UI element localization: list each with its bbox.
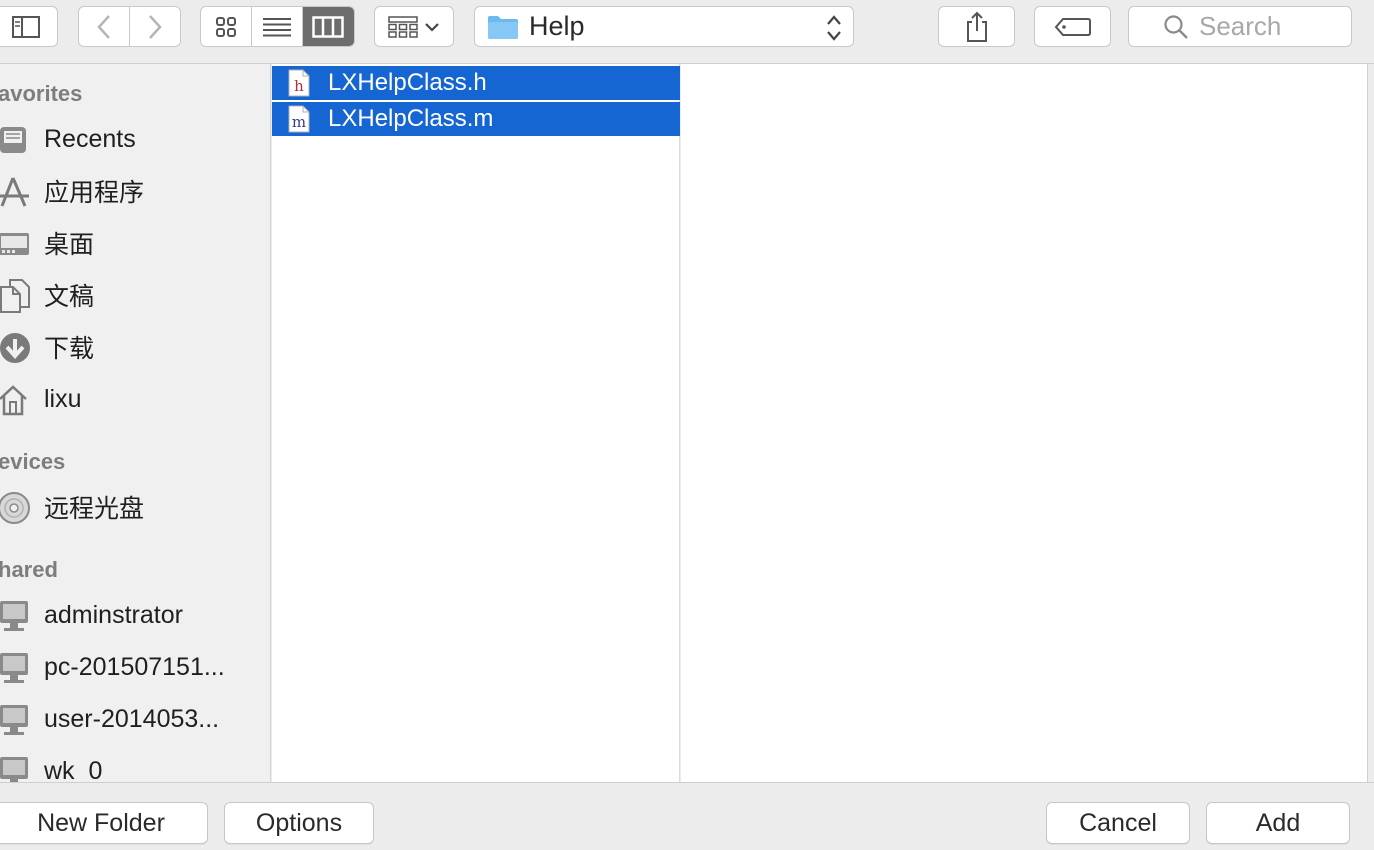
search-field[interactable]: Search [1128, 6, 1352, 47]
view-mode-segment [200, 6, 355, 47]
file-name: LXHelpClass.m [328, 105, 494, 132]
navigation-segment [78, 6, 181, 47]
devices-header: evices [0, 449, 66, 474]
sidebar-toggle-button[interactable] [0, 6, 58, 47]
sidebar-item-label: wk_0 [44, 756, 103, 783]
sidebar-item-label: 桌面 [44, 231, 95, 259]
favorites-header: avorites [0, 81, 83, 106]
sidebar-item-label: lixu [44, 384, 82, 413]
computer-icon [0, 703, 32, 737]
options-button[interactable]: Options [224, 802, 374, 844]
sidebar-icon [12, 15, 40, 38]
arrange-button[interactable] [374, 6, 454, 47]
sidebar-item-label: user-2014053... [44, 704, 220, 733]
location-popup[interactable]: Help [474, 6, 854, 47]
sidebar-item-shared-adminstrator[interactable]: adminstrator [0, 595, 270, 635]
computer-icon [0, 599, 32, 633]
sidebar-item-label: 文稿 [44, 283, 95, 311]
sidebar-item-label: 远程光盘 [44, 495, 145, 523]
computer-icon [0, 755, 32, 782]
sidebar-item-label: 应用程序 [44, 179, 145, 207]
tags-button[interactable] [1034, 6, 1111, 47]
desktop-icon [0, 227, 32, 261]
sidebar-item-label: adminstrator [44, 600, 183, 629]
cancel-button[interactable]: Cancel [1046, 802, 1190, 844]
icon-view-button[interactable] [201, 7, 253, 46]
downloads-icon [0, 331, 32, 365]
disc-icon [0, 491, 32, 525]
folder-icon [488, 15, 518, 39]
sidebar-item-remote-disc[interactable]: 远程光盘 [0, 487, 270, 527]
sidebar-item-label: 下载 [44, 335, 95, 363]
documents-icon [0, 279, 32, 313]
list-icon [263, 17, 291, 36]
sidebar-item-shared-pc[interactable]: pc-201507151... [0, 647, 270, 687]
list-view-button[interactable] [252, 7, 303, 46]
updown-chevron-icon [827, 15, 841, 41]
file-type-letter: h [294, 77, 304, 95]
sidebar: avorites Recents 应用程序 桌面 文稿 下载 lixu evic… [0, 64, 271, 782]
home-icon [0, 383, 32, 417]
chevron-left-icon [97, 14, 110, 39]
share-button[interactable] [938, 6, 1015, 47]
sidebar-item-home[interactable]: lixu [0, 379, 270, 419]
file-row[interactable]: h LXHelpClass.h [272, 66, 680, 100]
back-button[interactable] [79, 7, 130, 46]
sidebar-item-downloads[interactable]: 下载 [0, 327, 270, 367]
new-folder-button[interactable]: New Folder [0, 802, 208, 844]
sidebar-item-label: pc-201507151... [44, 652, 225, 681]
tag-icon [1054, 17, 1091, 36]
sidebar-item-desktop[interactable]: 桌面 [0, 223, 270, 263]
share-icon [966, 11, 987, 42]
toolbar: Help Search [0, 0, 1374, 64]
sidebar-item-recents[interactable]: Recents [0, 119, 270, 159]
chevron-right-icon [148, 14, 162, 39]
search-placeholder: Search [1199, 11, 1282, 41]
file-row[interactable]: m LXHelpClass.m [272, 102, 680, 136]
chevron-down-icon [425, 22, 439, 32]
header-file-icon: h [288, 69, 310, 97]
implementation-file-icon: m [288, 105, 310, 133]
applications-icon [0, 175, 32, 209]
preview-column [681, 64, 1368, 782]
computer-icon [0, 651, 32, 685]
sidebar-item-applications[interactable]: 应用程序 [0, 171, 270, 211]
sidebar-item-shared-wk[interactable]: wk_0 [0, 751, 270, 783]
arrange-grid-icon [388, 15, 418, 38]
column-view-button[interactable] [302, 7, 354, 46]
bottom-bar: New Folder Options Cancel Add [0, 782, 1374, 850]
file-type-letter: m [292, 113, 306, 131]
recents-icon [0, 123, 32, 157]
sidebar-item-label: Recents [44, 124, 136, 153]
file-name: LXHelpClass.h [328, 69, 487, 96]
shared-header: hared [0, 557, 58, 582]
search-icon [1164, 15, 1188, 39]
sidebar-item-documents[interactable]: 文稿 [0, 275, 270, 315]
grid-icon [216, 16, 237, 37]
file-column: h LXHelpClass.h m LXHelpClass.m [272, 64, 680, 782]
add-button[interactable]: Add [1206, 802, 1350, 844]
sidebar-item-shared-user[interactable]: user-2014053... [0, 699, 270, 739]
location-label: Help [529, 11, 585, 41]
columns-icon [312, 15, 345, 38]
forward-button[interactable] [130, 7, 181, 46]
